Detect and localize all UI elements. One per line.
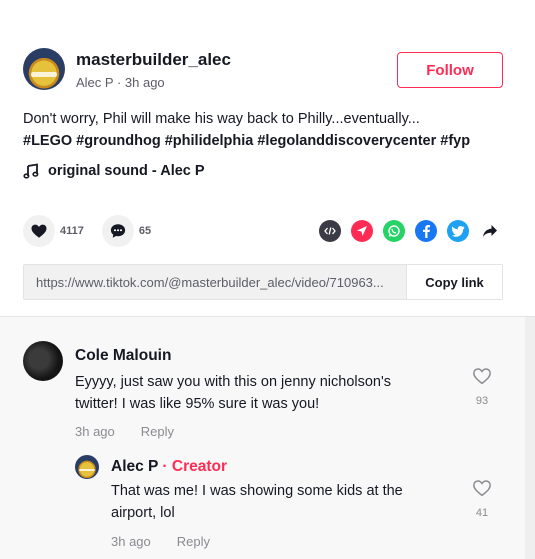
- comment-text: Eyyyy, just saw you with this on jenny n…: [75, 374, 392, 412]
- comment-icon: [110, 224, 125, 238]
- post-caption: Don't worry, Phil will make his way back…: [23, 108, 513, 152]
- comment-like[interactable]: 93: [470, 367, 494, 407]
- hashtag-link[interactable]: #groundhog: [76, 133, 161, 149]
- hashtag-link[interactable]: #philidelphia: [165, 133, 254, 149]
- sound-title: original sound - Alec P: [48, 163, 205, 179]
- action-bar: 4117 65: [23, 215, 151, 247]
- hashtag-list: #LEGO #groundhog #philidelphia #legolanddis…: [23, 130, 513, 152]
- twitter-icon[interactable]: [447, 220, 469, 242]
- send-icon[interactable]: [351, 220, 373, 242]
- heart-outline-icon: [473, 368, 491, 385]
- commenter-avatar[interactable]: [23, 341, 63, 381]
- hashtag-link[interactable]: #legolanddiscoverycenter: [257, 133, 436, 149]
- reply-text: That was me! I was showing some kids at …: [111, 483, 403, 521]
- follow-button[interactable]: Follow: [397, 52, 503, 88]
- sound-link[interactable]: original sound - Alec P: [23, 163, 205, 179]
- hashtag-link[interactable]: #fyp: [440, 133, 470, 149]
- hashtag-link[interactable]: #LEGO: [23, 133, 72, 149]
- caption-text: Don't worry, Phil will make his way back…: [23, 111, 420, 127]
- comment-button[interactable]: [101, 215, 134, 247]
- share-icons: [309, 220, 501, 242]
- reply-button[interactable]: Reply: [177, 534, 210, 549]
- video-url-field[interactable]: https://www.tiktok.com/@masterbuilder_al…: [24, 265, 406, 299]
- author-username[interactable]: masterbuilder_alec: [76, 50, 231, 70]
- like-count: 4117: [60, 225, 84, 237]
- like-button[interactable]: [23, 215, 55, 247]
- reply-like-count: 41: [475, 507, 489, 519]
- creator-separator: ·: [158, 458, 172, 475]
- commenter-name[interactable]: Cole Malouin: [75, 347, 435, 365]
- replier-name-row: Alec P · Creator: [111, 458, 431, 476]
- comments-panel: Cole Malouin Eyyyy, just saw you with th…: [0, 316, 535, 559]
- reply-footer: 3h ago Reply: [111, 534, 431, 549]
- post-header: masterbuilder_alec Alec P · 3h ago Follo…: [23, 48, 513, 94]
- whatsapp-icon[interactable]: [383, 220, 405, 242]
- heart-icon: [31, 224, 47, 238]
- comment-time: 3h ago: [75, 424, 115, 439]
- embed-icon[interactable]: [319, 220, 341, 242]
- music-note-icon: [23, 163, 39, 179]
- creator-badge: Creator: [171, 458, 228, 475]
- heart-outline-icon: [473, 480, 491, 497]
- share-arrow-icon[interactable]: [479, 220, 501, 242]
- comment-footer: 3h ago Reply: [75, 424, 435, 439]
- copy-link-box: https://www.tiktok.com/@masterbuilder_al…: [23, 264, 503, 300]
- author-meta: Alec P · 3h ago: [76, 75, 165, 90]
- author-avatar[interactable]: [23, 48, 65, 90]
- copy-link-button[interactable]: Copy link: [406, 265, 502, 299]
- facebook-icon[interactable]: [415, 220, 437, 242]
- reply-like[interactable]: 41: [470, 479, 494, 519]
- reply-time: 3h ago: [111, 534, 151, 549]
- reply-button[interactable]: Reply: [141, 424, 174, 439]
- replier-name[interactable]: Alec P: [111, 458, 158, 475]
- comment-like-count: 93: [475, 395, 489, 407]
- comment-count: 65: [138, 225, 152, 237]
- comments-scrollbar[interactable]: [525, 317, 535, 559]
- replier-avatar[interactable]: [75, 455, 99, 479]
